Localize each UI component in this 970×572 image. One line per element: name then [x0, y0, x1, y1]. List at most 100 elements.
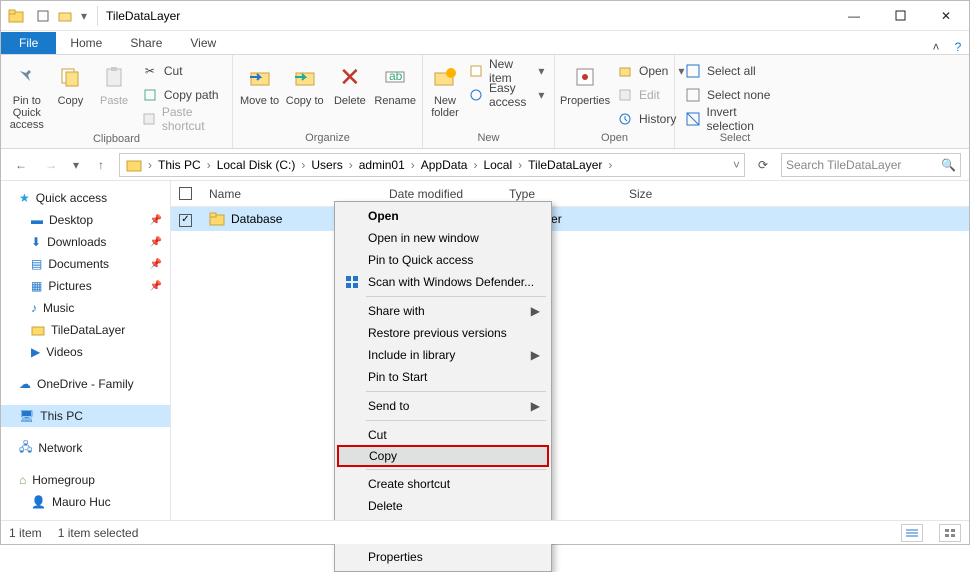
row-checkbox[interactable]	[179, 214, 192, 227]
nav-user[interactable]: 👤Mauro Huc	[1, 491, 170, 513]
pin-to-quick-access-button[interactable]: Pin to Quick access	[7, 59, 47, 131]
nav-music[interactable]: ♪Music	[1, 297, 170, 319]
table-row[interactable]: Database 1/23/2017 1:50 PM File folder	[171, 207, 969, 231]
breadcrumb-item[interactable]: Local	[479, 154, 516, 176]
submenu-arrow-icon: ▶	[531, 399, 540, 413]
new-folder-button[interactable]: New folder	[429, 59, 461, 119]
ribbon-collapse-icon[interactable]: ˄	[925, 40, 947, 54]
ribbon-tabs: File Home Share View ˄ ?	[1, 31, 969, 55]
invert-selection-button[interactable]: Invert selection	[681, 109, 789, 129]
breadcrumb-item[interactable]: This PC	[154, 154, 205, 176]
recent-button[interactable]: ▾	[69, 153, 83, 177]
copy-path-button[interactable]: Copy path	[138, 85, 226, 105]
context-include-in-library[interactable]: Include in library▶	[338, 344, 548, 366]
select-none-button[interactable]: Select none	[681, 85, 789, 105]
breadcrumb[interactable]: › This PC› Local Disk (C:)› Users› admin…	[119, 153, 745, 177]
easy-access-button[interactable]: Easy access▾	[465, 85, 548, 105]
context-scan-defender[interactable]: Scan with Windows Defender...	[338, 271, 548, 293]
context-open-new-window[interactable]: Open in new window	[338, 227, 548, 249]
context-pin-quick-access[interactable]: Pin to Quick access	[338, 249, 548, 271]
context-share-with[interactable]: Share with▶	[338, 300, 548, 322]
new-item-button[interactable]: New item▾	[465, 61, 548, 81]
pin-icon: 📌	[150, 237, 162, 248]
breadcrumb-item[interactable]: admin01	[355, 154, 409, 176]
user-icon: 👤	[31, 495, 46, 509]
tab-share[interactable]: Share	[116, 32, 176, 54]
properties-button[interactable]: Properties	[561, 59, 609, 107]
new-folder-icon	[429, 61, 461, 93]
nav-downloads[interactable]: ⬇Downloads📌	[1, 231, 170, 253]
select-all-checkbox[interactable]	[179, 187, 192, 200]
move-to-button[interactable]: Move to	[239, 59, 280, 107]
context-properties[interactable]: Properties	[338, 546, 548, 568]
easy-access-icon	[469, 87, 483, 103]
tab-home[interactable]: Home	[56, 32, 116, 54]
search-input[interactable]: Search TileDataLayer 🔍	[781, 153, 961, 177]
nav-desktop[interactable]: ▬Desktop📌	[1, 209, 170, 231]
breadcrumb-item[interactable]: TileDataLayer	[524, 154, 606, 176]
cut-button[interactable]: ✂Cut	[138, 61, 226, 81]
paste-button[interactable]: Paste	[94, 59, 134, 107]
refresh-button[interactable]: ⟳	[751, 158, 775, 172]
this-pc-icon: 🖥	[19, 409, 34, 423]
breadcrumb-folder-icon[interactable]	[122, 154, 146, 176]
qat-dropdown-icon[interactable]: ▾	[77, 9, 91, 23]
desktop-icon: ▬	[31, 213, 43, 227]
context-send-to[interactable]: Send to▶	[338, 395, 548, 417]
help-icon[interactable]: ?	[947, 40, 969, 54]
paste-icon	[98, 61, 130, 93]
select-all-button[interactable]: Select all	[681, 61, 789, 81]
nav-documents[interactable]: ▤Documents📌	[1, 253, 170, 275]
paste-shortcut-button[interactable]: Paste shortcut	[138, 109, 226, 129]
nav-quick-access[interactable]: ★Quick access	[1, 187, 170, 209]
copy-to-button[interactable]: Copy to	[284, 59, 325, 107]
context-cut[interactable]: Cut	[338, 424, 548, 446]
tab-view[interactable]: View	[176, 32, 230, 54]
nav-this-pc[interactable]: 🖥This PC	[1, 405, 170, 427]
properties-icon	[569, 61, 601, 93]
star-icon: ★	[19, 191, 30, 205]
nav-onedrive[interactable]: ☁OneDrive - Family	[1, 373, 170, 395]
column-size[interactable]: Size	[621, 181, 701, 206]
svg-text:ab: ab	[389, 69, 403, 83]
move-to-icon	[244, 61, 276, 93]
minimize-button[interactable]: ―	[831, 1, 877, 31]
context-delete[interactable]: Delete	[338, 495, 548, 517]
submenu-arrow-icon: ▶	[531, 348, 540, 362]
copy-to-icon	[289, 61, 321, 93]
select-all-icon	[685, 63, 701, 79]
window-title: TileDataLayer	[104, 9, 831, 23]
nav-pictures[interactable]: ▦Pictures📌	[1, 275, 170, 297]
rename-button[interactable]: abRename	[374, 59, 416, 107]
maximize-button[interactable]	[877, 1, 923, 31]
paste-shortcut-icon	[142, 111, 156, 127]
up-button[interactable]: ↑	[89, 153, 113, 177]
breadcrumb-item[interactable]: Local Disk (C:)	[213, 154, 300, 176]
delete-button[interactable]: ✕Delete	[329, 59, 370, 107]
context-copy[interactable]: Copy	[337, 445, 549, 467]
details-view-button[interactable]	[901, 524, 923, 542]
nav-videos[interactable]: ▶Videos	[1, 341, 170, 363]
tab-file[interactable]: File	[1, 32, 56, 54]
breadcrumb-item[interactable]: AppData	[417, 154, 472, 176]
copy-button[interactable]: Copy	[51, 59, 91, 107]
forward-button[interactable]: →	[39, 153, 63, 177]
column-checkbox[interactable]	[171, 181, 201, 206]
close-button[interactable]: ✕	[923, 1, 969, 31]
nav-homegroup[interactable]: ⌂Homegroup	[1, 469, 170, 491]
context-create-shortcut[interactable]: Create shortcut	[338, 473, 548, 495]
nav-pane: ★Quick access ▬Desktop📌 ⬇Downloads📌 ▤Doc…	[1, 181, 171, 521]
context-pin-to-start[interactable]: Pin to Start	[338, 366, 548, 388]
qat-properties-icon[interactable]	[35, 8, 51, 24]
nav-network[interactable]: 🖧Network	[1, 437, 170, 459]
context-open[interactable]: Open	[338, 205, 548, 227]
history-icon	[617, 111, 633, 127]
breadcrumb-history-icon[interactable]: ˅	[731, 158, 742, 172]
qat-newfolder-icon[interactable]	[57, 8, 73, 24]
folder-icon	[1, 8, 31, 24]
context-restore-previous[interactable]: Restore previous versions	[338, 322, 548, 344]
icons-view-button[interactable]	[939, 524, 961, 542]
nav-tiledatalayer[interactable]: TileDataLayer	[1, 319, 170, 341]
breadcrumb-item[interactable]: Users	[307, 154, 346, 176]
back-button[interactable]: ←	[9, 153, 33, 177]
